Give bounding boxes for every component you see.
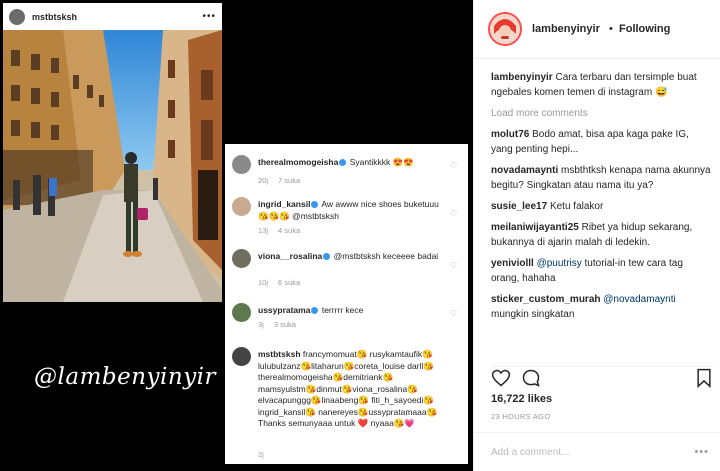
comment-username[interactable]: susie_lee17 [491, 201, 547, 212]
avatar [232, 155, 251, 174]
avatar [232, 303, 251, 322]
comment-text: @mstbtsksh keceeee badai [333, 251, 439, 261]
embedded-comments-card: therealmomogeisha Syantikkkk 😍😍 20j 7 suk… [225, 144, 468, 464]
comment-item: mstbtsksh francymomuat😘 rusykamtaufik😘lu… [225, 346, 468, 462]
comment-item: yeniviolll @puutrisy tutorial-in tew car… [491, 256, 713, 286]
avatar [232, 347, 251, 366]
comment-username[interactable]: therealmomogeisha [258, 157, 338, 167]
add-comment-bar: Add a comment... ••• [474, 432, 720, 471]
comment-likes[interactable]: 3 suka [274, 320, 296, 329]
load-more-comments-link[interactable]: Load more comments [491, 106, 713, 121]
embedded-post-header: mstbtsksh ••• [3, 3, 222, 30]
comment-likes[interactable]: 4 suka [278, 226, 300, 235]
caption-username[interactable]: lambenyinyir [491, 72, 553, 83]
post-author-username[interactable]: lambenyinyir [532, 23, 600, 35]
heart-icon[interactable]: ♡ [450, 262, 458, 270]
heart-icon[interactable]: ♡ [450, 162, 458, 170]
comment-mention[interactable]: @novadamaynti [603, 294, 675, 305]
street-photo [3, 30, 222, 302]
header-separator: • [609, 23, 613, 35]
comment-time: 2j [258, 450, 264, 459]
comment-text: mungkin singkatan MayangSariBambangTriHa… [491, 309, 575, 320]
comment-item: sticker_custom_murah @novadamaynti mungk… [491, 292, 713, 322]
avatar [9, 8, 25, 25]
comment-icon[interactable] [521, 368, 541, 388]
avatar [232, 197, 251, 216]
comment-username[interactable]: viona__rosalina [258, 251, 322, 261]
comment-item: therealmomogeisha Syantikkkk 😍😍 20j 7 suk… [225, 154, 468, 188]
comment-likes[interactable]: 6 suka [278, 278, 300, 287]
heart-icon[interactable]: ♡ [450, 310, 458, 318]
comment-item: molut76 Bodo amat, bisa apa kaga pake IG… [491, 127, 713, 157]
comment-item: viona__rosalina @mstbtsksh keceeee badai… [225, 248, 468, 292]
comment-username[interactable]: novadamaynti [491, 165, 558, 176]
comment-username[interactable]: molut76 [491, 129, 529, 140]
heart-icon[interactable]: ♡ [450, 210, 458, 218]
comment-mention[interactable]: @puutrisy [537, 258, 582, 269]
screenshot-collage: mstbtsksh ••• @lambenyinyir therealmomog… [0, 0, 473, 471]
like-count[interactable]: 16,722 likes [491, 393, 552, 405]
comment-text: terrrrr kece [321, 305, 364, 315]
post-actions [491, 366, 713, 388]
comment-username[interactable]: mstbtsksh [258, 349, 301, 359]
avatar [232, 249, 251, 268]
post-timestamp: 23 HOURS AGO [491, 412, 551, 421]
comment-item: ingrid_kansil Aw awww nice shoes buketuu… [225, 196, 468, 240]
comment-username[interactable]: yeniviolll [491, 258, 534, 269]
comment-item: novadamaynti msbthtksh kenapa nama akunn… [491, 163, 713, 193]
comment-username[interactable]: ingrid_kansil [258, 199, 310, 209]
more-options-icon: ••• [202, 11, 216, 22]
avatar[interactable] [488, 12, 522, 46]
comment-item: ussypratama terrrrr kece 3j 3 suka ♡ [225, 302, 468, 336]
verified-icon [311, 201, 319, 209]
verified-icon [323, 253, 331, 261]
post-header: lambenyinyir • Following [474, 0, 720, 59]
bookmark-icon[interactable] [695, 368, 713, 388]
post-sidebar: lambenyinyir • Following lambenyinyir Ca… [473, 0, 720, 471]
comment-item: susie_lee17 Ketu falakor [491, 199, 713, 214]
comment-text: Ketu falakor [549, 201, 604, 212]
heart-icon[interactable] [491, 368, 511, 388]
comment-username[interactable]: meilaniwijayanti25 [491, 222, 579, 233]
embedded-post: mstbtsksh ••• [3, 3, 222, 302]
comment-username[interactable]: sticker_custom_murah [491, 294, 601, 305]
embedded-post-username: mstbtsksh [32, 11, 78, 22]
post-caption: lambenyinyir Cara terbaru dan tersimple … [491, 70, 713, 100]
comment-text: francymomuat😘 rusykamtaufik😘lulubulzanz😘… [258, 349, 438, 428]
comment-time: 10j [258, 278, 269, 287]
comment-time: 3j [258, 320, 264, 329]
comment-time: 20j [258, 176, 269, 185]
comment-item: meilaniwijayanti25 Ribet ya hidup sekara… [491, 220, 713, 250]
comments-list: lambenyinyir Cara terbaru dan tersimple … [491, 70, 713, 328]
comment-text: Syantikkkk 😍😍 [349, 157, 414, 167]
verified-icon [311, 307, 319, 315]
watermark-handle: @lambenyinyir [34, 364, 217, 390]
comment-time: 13j [258, 226, 269, 235]
comment-likes[interactable]: 7 suka [278, 176, 300, 185]
comment-username[interactable]: ussypratama [258, 305, 310, 315]
following-button[interactable]: Following [619, 23, 670, 35]
verified-icon [339, 159, 347, 167]
add-comment-input[interactable]: Add a comment... [491, 447, 569, 458]
more-options-icon[interactable]: ••• [694, 446, 709, 458]
